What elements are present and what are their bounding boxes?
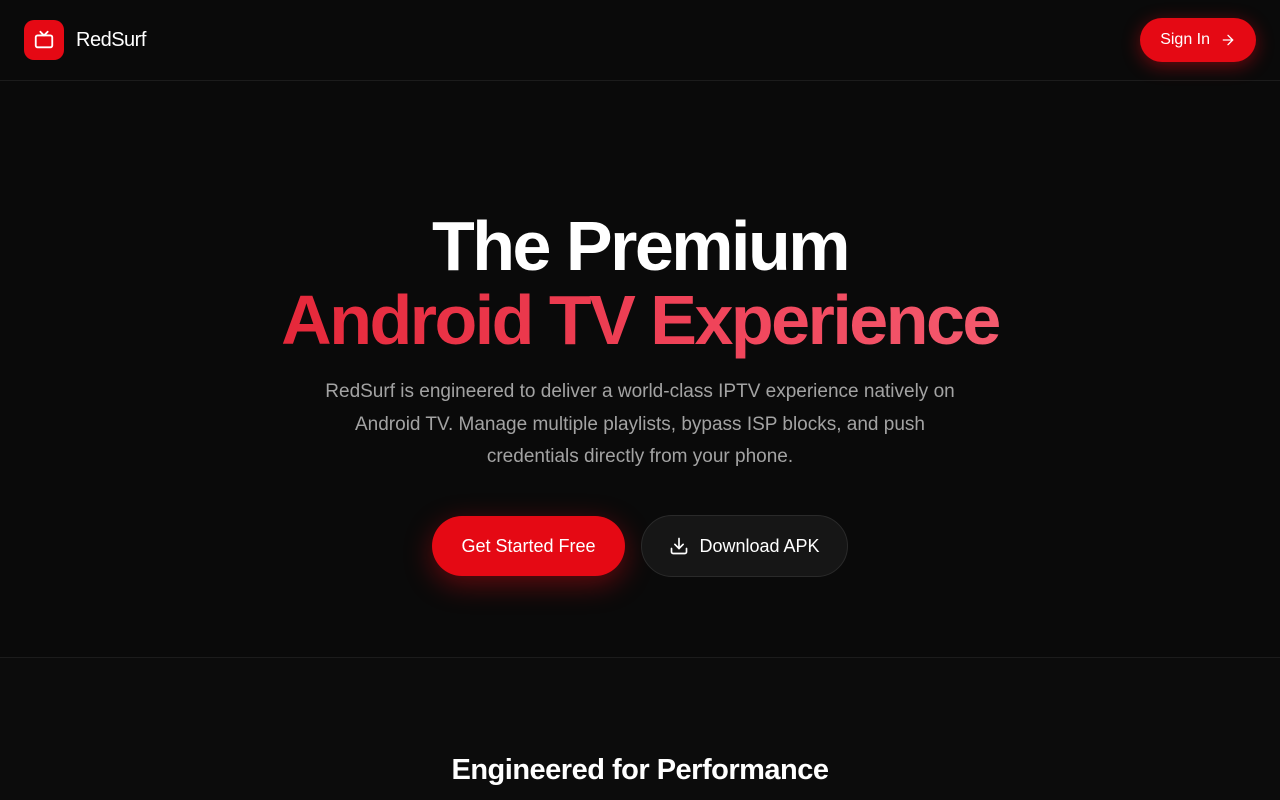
hero-section: The Premium Android TV Experience RedSur…	[0, 81, 1280, 658]
tv-icon	[34, 30, 54, 49]
hero-title-line2: Android TV Experience	[0, 280, 1280, 360]
site-header: RedSurf Sign In	[0, 0, 1280, 81]
brand-link[interactable]: RedSurf	[24, 20, 146, 60]
download-apk-button[interactable]: Download APK	[641, 515, 848, 577]
get-started-button[interactable]: Get Started Free	[432, 516, 625, 576]
hero-title-highlight: Android TV Experience	[281, 281, 1001, 359]
features-title: Engineered for Performance	[451, 754, 830, 786]
download-apk-label: Download APK	[699, 535, 820, 556]
sign-in-label: Sign In	[1160, 31, 1210, 48]
get-started-label: Get Started Free	[461, 535, 596, 556]
download-icon	[671, 537, 688, 555]
brand-logo	[24, 20, 64, 60]
brand-name: RedSurf	[76, 28, 146, 51]
arrow-right-icon	[1222, 34, 1234, 46]
sign-in-button[interactable]: Sign In	[1140, 18, 1256, 62]
hero-title-line1: The Premium	[432, 207, 850, 285]
features-section: Engineered for Performance	[0, 658, 1280, 800]
hero-subtitle: RedSurf is engineered to deliver a world…	[325, 381, 955, 467]
